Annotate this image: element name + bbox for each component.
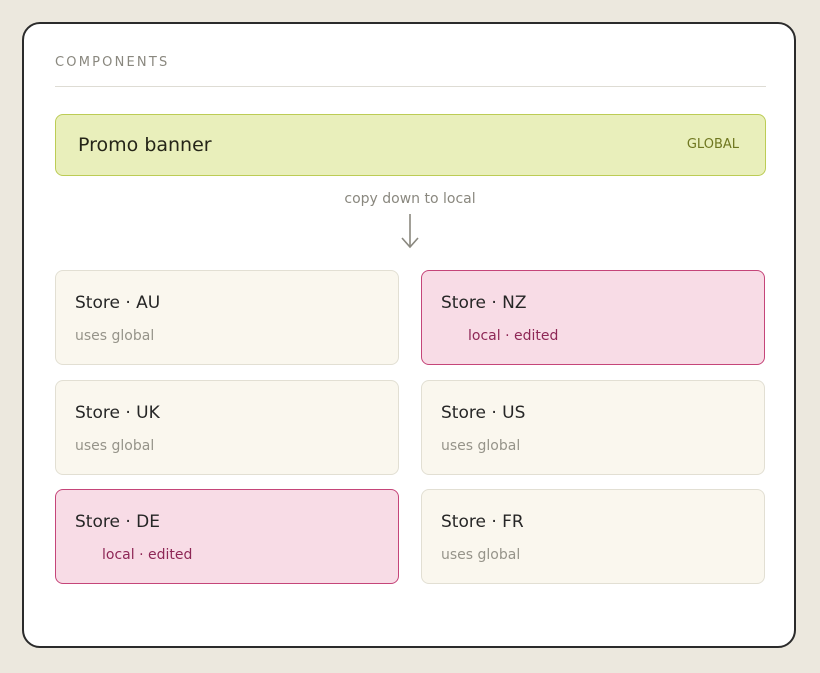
global-badge: GLOBAL [686,137,739,152]
arrow-down-icon [401,214,419,249]
store-card-au[interactable]: Store · AU uses global [55,270,399,365]
store-status: local · edited [102,547,193,563]
store-name: Store · NZ [441,293,527,313]
section-title: COMPONENTS [55,55,170,70]
store-name: Store · DE [75,512,160,532]
global-component-card[interactable]: Promo banner GLOBAL [55,114,766,176]
store-card-nz[interactable]: Store · NZ local · edited [421,270,765,365]
store-card-fr[interactable]: Store · FR uses global [421,489,765,584]
store-status: local · edited [468,328,559,344]
store-name: Store · FR [441,512,524,532]
store-status: uses global [75,328,155,344]
store-card-uk[interactable]: Store · UK uses global [55,380,399,475]
section-divider [55,86,766,87]
store-card-de[interactable]: Store · DE local · edited [55,489,399,584]
store-status: uses global [441,438,521,454]
store-name: Store · AU [75,293,161,313]
store-name: Store · US [441,403,526,423]
global-component-title: Promo banner [78,134,212,156]
store-card-us[interactable]: Store · US uses global [421,380,765,475]
flow-label: copy down to local [344,191,476,207]
store-status: uses global [75,438,155,454]
store-name: Store · UK [75,403,160,423]
store-status: uses global [441,547,521,563]
